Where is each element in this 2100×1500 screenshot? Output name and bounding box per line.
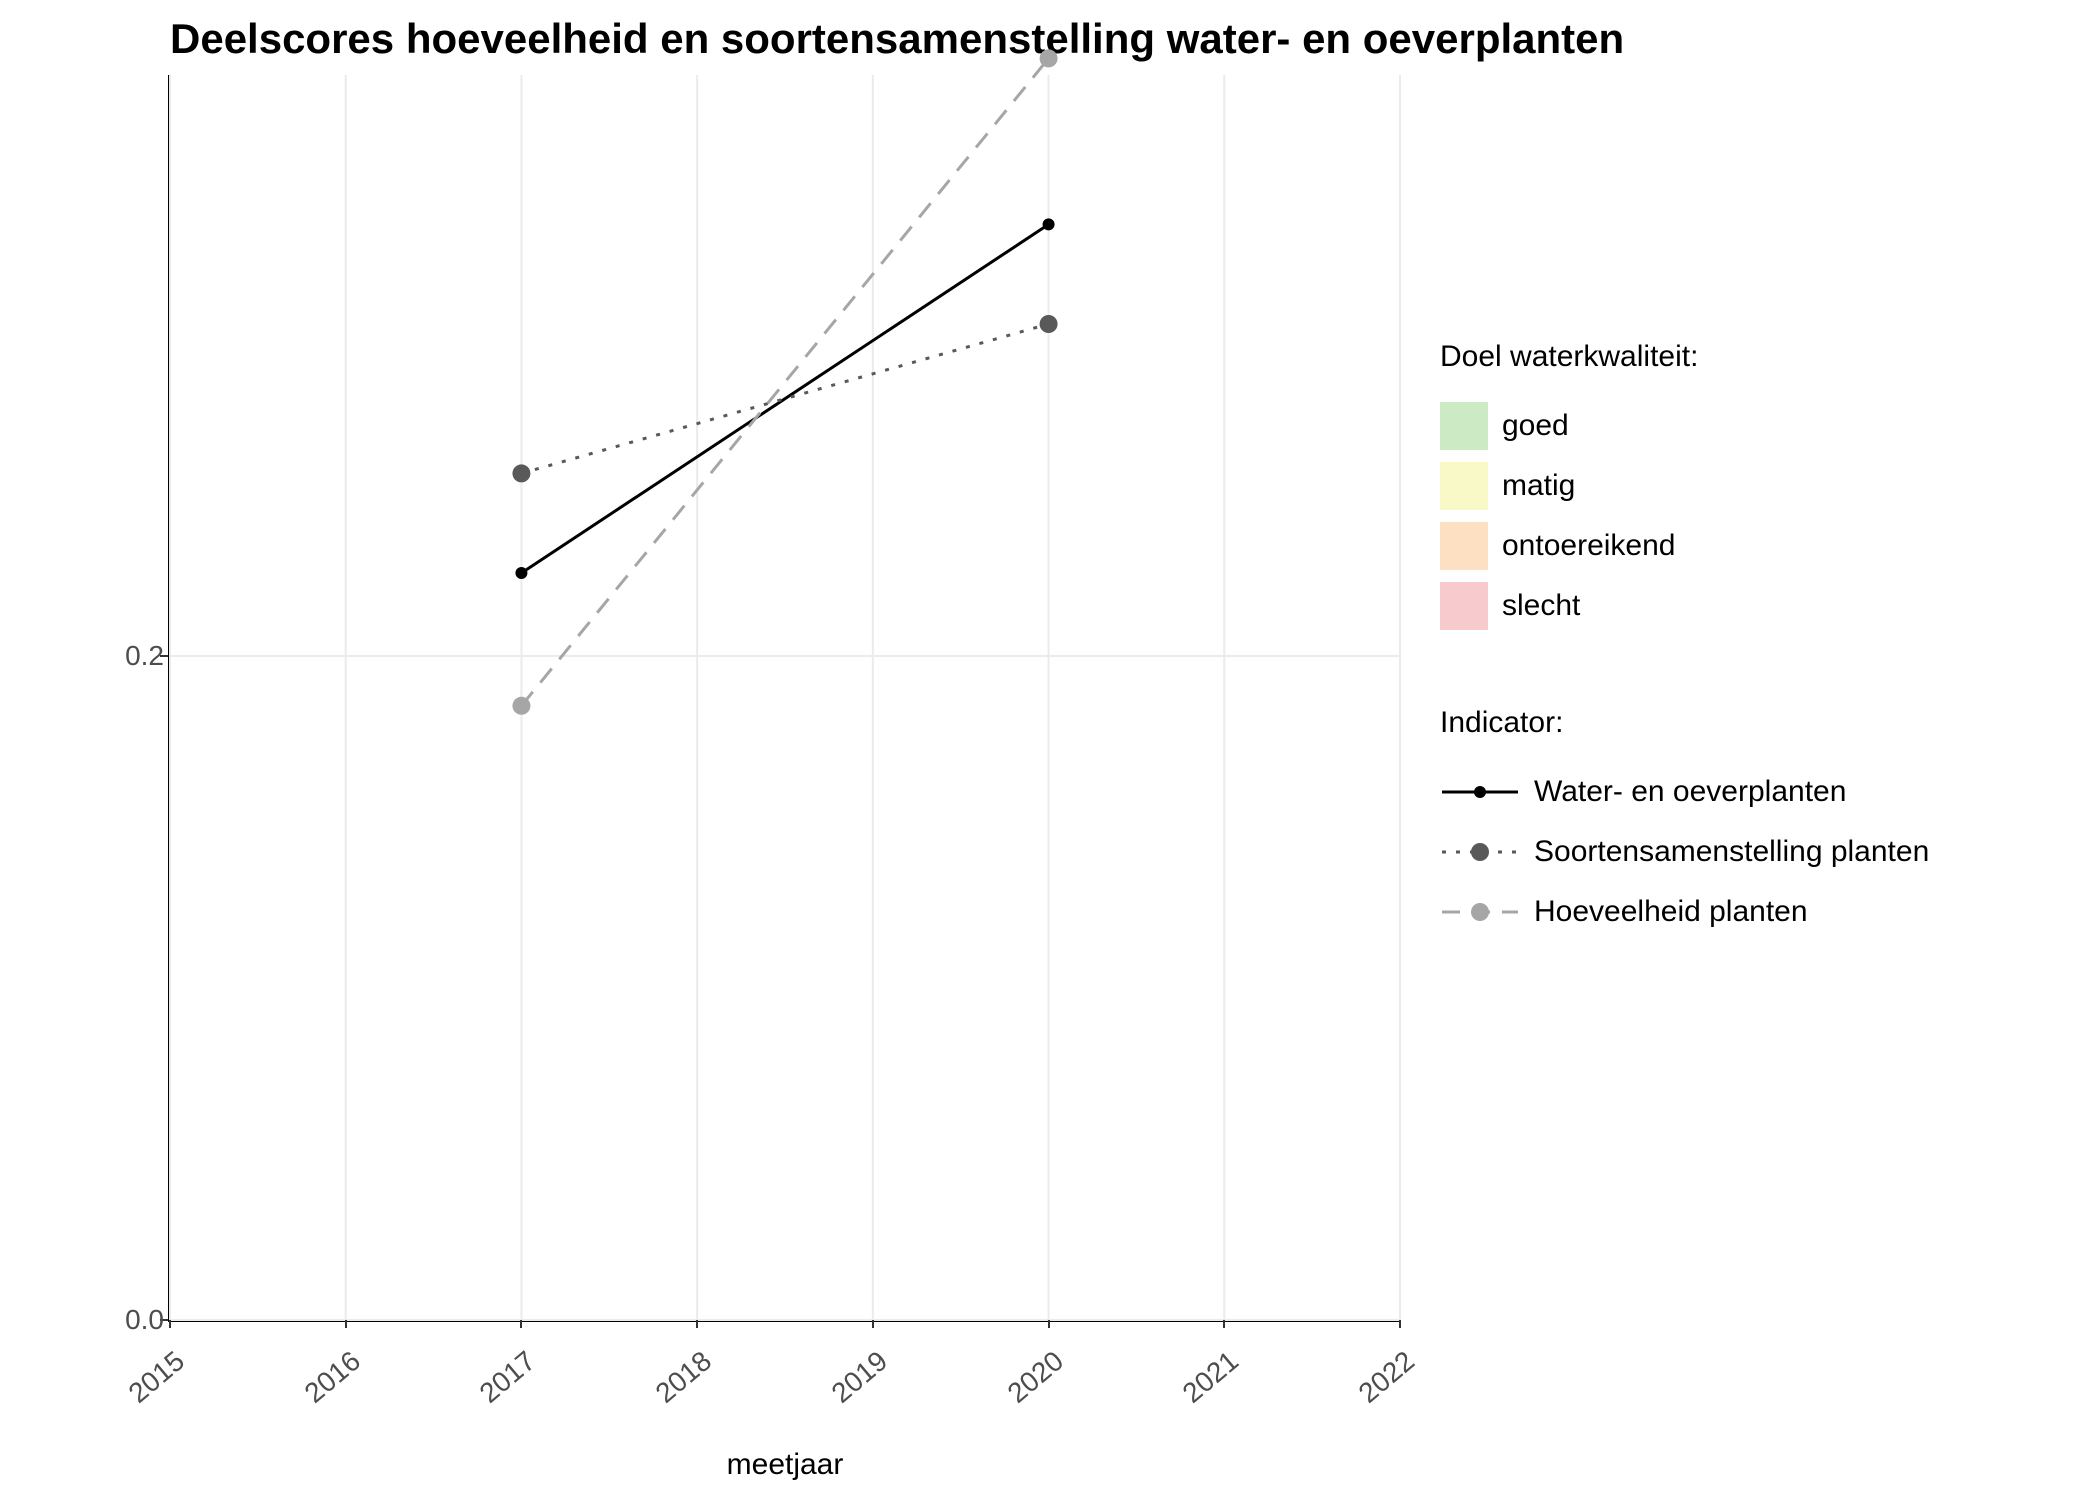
plot-svg: [170, 75, 1400, 1320]
legend-swatch: [1440, 462, 1488, 510]
legend-line-key: [1440, 832, 1520, 872]
x-tick-label: 2017: [474, 1345, 542, 1410]
chart-title: Deelscores hoeveelheid en soortensamenst…: [170, 15, 1624, 63]
legend-line-title: Indicator:: [1440, 706, 1929, 740]
legend-swatch: [1440, 522, 1488, 570]
x-tick-mark: [1048, 1320, 1050, 1328]
data-point: [1040, 49, 1058, 67]
x-tick-label: 2015: [123, 1345, 191, 1410]
x-tick-mark: [1223, 1320, 1225, 1328]
legend-label: Water- en oeverplanten: [1534, 775, 1846, 809]
x-tick-label: 2020: [1001, 1345, 1069, 1410]
y-tick-label: 0.0: [64, 1304, 164, 1336]
legend-label: Hoeveelheid planten: [1534, 895, 1808, 929]
x-tick-mark: [1399, 1320, 1401, 1328]
x-tick-label: 2021: [1177, 1345, 1245, 1410]
data-point: [1043, 218, 1055, 230]
legend-fill-item: goed: [1440, 396, 1929, 456]
x-tick-label: 2016: [298, 1345, 366, 1410]
series-line: [521, 224, 1048, 573]
x-tick-label: 2019: [825, 1345, 893, 1410]
legend-label: Soortensamenstelling planten: [1534, 835, 1929, 869]
legend-label: matig: [1502, 469, 1575, 503]
chart-figure: Deelscores hoeveelheid en soortensamenst…: [0, 0, 2100, 1500]
x-tick-label: 2022: [1353, 1345, 1421, 1410]
legend-fill-item: ontoereikend: [1440, 516, 1929, 576]
data-point: [512, 697, 530, 715]
legend-fill-item: slecht: [1440, 576, 1929, 636]
x-tick-mark: [345, 1320, 347, 1328]
legend-fill-item: matig: [1440, 456, 1929, 516]
data-point: [512, 464, 530, 482]
legend-label: ontoereikend: [1502, 529, 1675, 563]
legend-line-key: [1440, 772, 1520, 812]
legend-swatch: [1440, 582, 1488, 630]
data-point: [1040, 315, 1058, 333]
x-tick-mark: [696, 1320, 698, 1328]
x-axis-title: meetjaar: [170, 1448, 1400, 1482]
legend-fill-title: Doel waterkwaliteit:: [1440, 340, 1929, 374]
x-tick-mark: [169, 1320, 171, 1328]
legend-line-item: Water- en oeverplanten: [1440, 762, 1929, 822]
legend-line-item: Soortensamenstelling planten: [1440, 822, 1929, 882]
legend-label: goed: [1502, 409, 1569, 443]
legend-spacer: [1440, 636, 1929, 706]
data-point: [515, 567, 527, 579]
x-tick-mark: [520, 1320, 522, 1328]
y-tick-label: 0.2: [64, 640, 164, 672]
legend-line-key: [1440, 892, 1520, 932]
legend-line-items: Water- en oeverplanten Soortensamenstelli…: [1440, 762, 1929, 942]
series-line: [521, 58, 1048, 705]
legend-line-item: Hoeveelheid planten: [1440, 882, 1929, 942]
legend-fill-items: goed matig ontoereikend slecht: [1440, 396, 1929, 636]
x-tick-mark: [872, 1320, 874, 1328]
legend: Doel waterkwaliteit: goed matig ontoereike…: [1440, 340, 1929, 942]
legend-label: slecht: [1502, 589, 1580, 623]
x-tick-label: 2018: [650, 1345, 718, 1410]
legend-swatch: [1440, 402, 1488, 450]
